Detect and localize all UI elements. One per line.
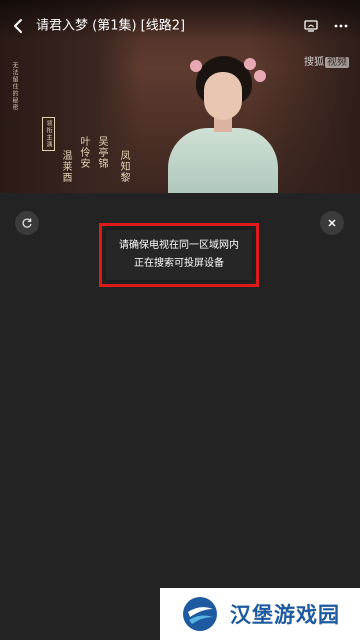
close-button[interactable] bbox=[320, 211, 344, 235]
figure-robe bbox=[168, 128, 278, 193]
watermark-text: 搜狐 bbox=[304, 57, 324, 68]
cast-message: 请确保电视在同一区域网内 正在搜索可投屏设备 bbox=[106, 230, 252, 280]
hair-flower bbox=[254, 70, 266, 82]
screen: 无法留住的秘密 领衔主演 温莱酉 叶伶安 吴亭锦 凤知黎 搜狐 视频 请君入梦 (… bbox=[0, 0, 360, 640]
credit-stamp: 领衔主演 bbox=[42, 117, 55, 151]
credit-small-line: 无法留住的秘密 bbox=[11, 62, 18, 111]
video-title: 请君入梦 (第1集) [线路2] bbox=[36, 18, 186, 34]
brand-logo-icon bbox=[183, 597, 217, 631]
refresh-icon bbox=[22, 218, 32, 228]
close-icon bbox=[328, 219, 336, 227]
video-player[interactable]: 无法留住的秘密 领衔主演 温莱酉 叶伶安 吴亭锦 凤知黎 搜狐 视频 请君入梦 (… bbox=[0, 0, 360, 193]
tv-cast-icon[interactable] bbox=[304, 20, 318, 32]
brand-watermark: 汉堡游戏园 bbox=[160, 588, 360, 640]
refresh-button[interactable] bbox=[15, 211, 39, 235]
hair-flower bbox=[190, 60, 202, 72]
credit-name: 叶伶安 bbox=[78, 136, 89, 169]
chevron-left-icon[interactable] bbox=[12, 18, 24, 34]
more-dots-icon[interactable] bbox=[334, 24, 348, 28]
video-watermark: 搜狐 视频 bbox=[304, 53, 349, 68]
credit-name: 吴亭锦 bbox=[96, 136, 107, 169]
figure-face bbox=[204, 72, 242, 120]
cast-panel: 请确保电视在同一区域网内 正在搜索可投屏设备 bbox=[0, 193, 360, 640]
cast-message-highlight: 请确保电视在同一区域网内 正在搜索可投屏设备 bbox=[99, 223, 259, 287]
credit-name: 温莱酉 bbox=[60, 150, 71, 183]
watermark-badge: 视频 bbox=[325, 57, 349, 68]
message-line-network: 请确保电视在同一区域网内 bbox=[119, 240, 239, 251]
hair-flower bbox=[244, 58, 256, 70]
video-figure bbox=[160, 44, 280, 193]
credit-name: 凤知黎 bbox=[118, 150, 129, 183]
brand-name: 汉堡游戏园 bbox=[230, 603, 340, 627]
message-line-searching: 正在搜索可投屏设备 bbox=[134, 258, 224, 269]
